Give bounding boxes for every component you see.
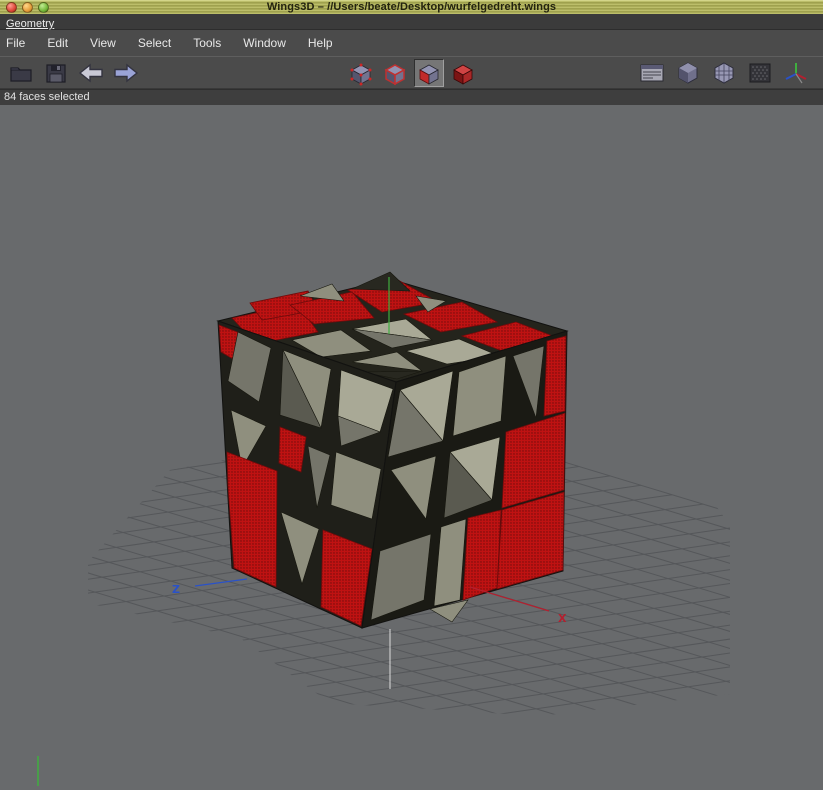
face-mode-cube-icon	[418, 64, 439, 85]
vertex-mode-cube-icon	[350, 63, 371, 85]
toggle-geometry-windows-button[interactable]	[637, 59, 667, 87]
axes-icon	[785, 62, 807, 83]
body-mode-button[interactable]	[448, 59, 478, 87]
file-tools	[0, 59, 141, 87]
view-tools	[637, 59, 823, 87]
viewport-canvas[interactable]: X Z	[0, 105, 823, 790]
wings3d-window: Wings3D – //Users/beate/Desktop/wurfelge…	[0, 0, 823, 790]
shaded-preview-button[interactable]	[673, 59, 703, 87]
menu-window[interactable]: Window	[232, 36, 297, 50]
show-axes-button[interactable]	[781, 59, 811, 87]
menu-file[interactable]: File	[0, 36, 36, 50]
arrow-right-icon	[114, 63, 139, 82]
window-titlebar[interactable]: Wings3D – //Users/beate/Desktop/wurfelge…	[0, 0, 823, 14]
selection-mode-tools	[346, 58, 478, 87]
save-icon	[46, 63, 66, 83]
geometry-bar: Geometry	[0, 14, 823, 30]
edge-mode-button[interactable]	[380, 59, 410, 87]
save-button[interactable]	[41, 59, 71, 87]
viewport[interactable]: X Z	[0, 105, 823, 790]
geometry-windows-icon	[640, 64, 664, 81]
close-button[interactable]	[6, 2, 17, 13]
open-button[interactable]	[6, 59, 36, 87]
menu-select[interactable]: Select	[127, 36, 182, 50]
status-bar: 84 faces selected	[0, 89, 823, 105]
arrow-left-icon	[78, 63, 103, 82]
undo-button[interactable]	[76, 59, 106, 87]
redo-button[interactable]	[111, 59, 141, 87]
folder-icon	[10, 66, 32, 82]
menu-help[interactable]: Help	[297, 36, 344, 50]
menu-tools[interactable]: Tools	[182, 36, 232, 50]
ground-plane-button[interactable]	[745, 59, 775, 87]
wireframe-cube-icon	[714, 61, 734, 84]
minimize-button[interactable]	[22, 2, 33, 13]
shaded-cube-icon	[678, 61, 698, 84]
menu-edit[interactable]: Edit	[36, 36, 79, 50]
edge-mode-cube-icon	[383, 63, 406, 85]
traffic-lights	[6, 2, 49, 13]
vertex-mode-button[interactable]	[346, 59, 376, 87]
body-mode-cube-icon	[452, 64, 473, 85]
menu-bar: File Edit View Select Tools Window Help	[0, 30, 823, 56]
model-wurfel[interactable]	[216, 271, 569, 629]
status-text: 84 faces selected	[4, 91, 90, 103]
zoom-button[interactable]	[38, 2, 49, 13]
face-mode-button[interactable]	[413, 58, 444, 87]
window-title: Wings3D – //Users/beate/Desktop/wurfelge…	[266, 1, 557, 13]
toolbar	[0, 56, 823, 89]
wireframe-preview-button[interactable]	[709, 59, 739, 87]
menu-view[interactable]: View	[79, 36, 127, 50]
axis-z-label: Z	[172, 583, 180, 596]
ground-grid-icon	[749, 63, 771, 82]
axis-x-label: X	[558, 612, 567, 625]
